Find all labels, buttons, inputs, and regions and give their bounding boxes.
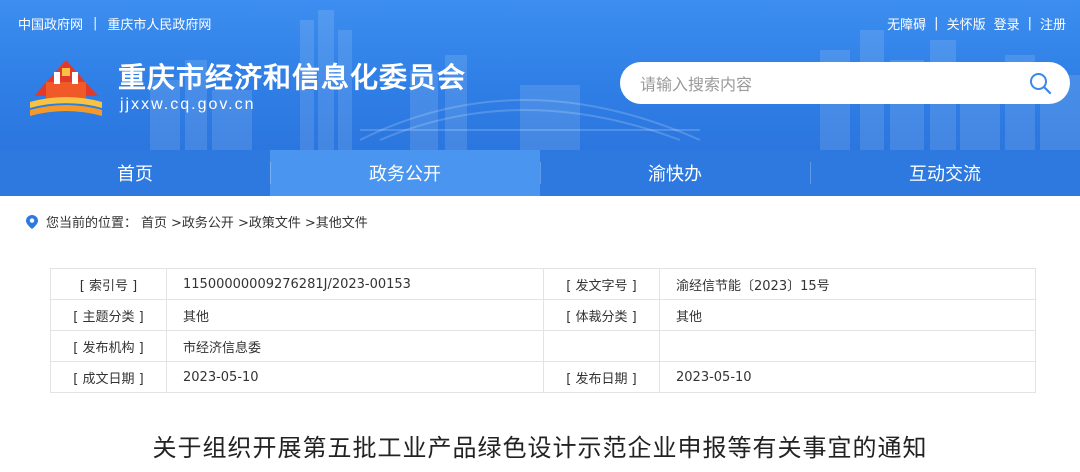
- separator: |: [1027, 16, 1032, 31]
- document-title: 关于组织开展第五批工业产品绿色设计示范企业申报等有关事宜的通知: [152, 434, 928, 462]
- table-row: [ 索引号 ] 11500000009276281J/2023-00153 [ …: [50, 268, 1036, 300]
- value-topic-category: 其他: [166, 299, 544, 331]
- separator: |: [93, 16, 98, 31]
- top-links: 中国政府网 | 重庆市人民政府网: [18, 14, 211, 33]
- register-link[interactable]: 注册: [1040, 14, 1066, 33]
- empty-cell: [543, 330, 660, 362]
- nav-item-yukuaiban[interactable]: 渝快办: [540, 150, 810, 196]
- care-version-link[interactable]: 关怀版: [947, 14, 986, 33]
- nav-item-home[interactable]: 首页: [0, 150, 270, 196]
- nav-item-government-affairs[interactable]: 政务公开: [270, 150, 540, 196]
- label-document-number: [ 发文字号 ]: [543, 268, 660, 300]
- document-metadata-table: [ 索引号 ] 11500000009276281J/2023-00153 [ …: [50, 268, 1036, 393]
- search-input[interactable]: [638, 62, 1012, 106]
- site-header: 中国政府网 | 重庆市人民政府网 无障碍 | 关怀版 登录 | 注册 重庆市经济…: [0, 0, 1080, 150]
- label-index-number: [ 索引号 ]: [50, 268, 167, 300]
- empty-cell: [659, 330, 1036, 362]
- breadcrumb-government-affairs[interactable]: >政务公开: [171, 212, 234, 231]
- value-issuing-agency: 市经济信息委: [166, 330, 544, 362]
- gov-site-link[interactable]: 中国政府网: [18, 14, 83, 33]
- value-genre-category: 其他: [659, 299, 1036, 331]
- table-row: [ 主题分类 ] 其他 [ 体裁分类 ] 其他: [50, 299, 1036, 331]
- label-publish-date: [ 发布日期 ]: [543, 361, 660, 393]
- table-row: [ 发布机构 ] 市经济信息委: [50, 330, 1036, 362]
- location-pin-icon: [26, 214, 38, 229]
- cq-gov-site-link[interactable]: 重庆市人民政府网: [107, 14, 211, 33]
- main-nav: 首页 政务公开 渝快办 互动交流: [0, 150, 1080, 196]
- site-domain: jjxxw.cq.gov.cn: [120, 96, 256, 113]
- search-box: [620, 62, 1070, 106]
- site-logo-icon[interactable]: [26, 52, 106, 120]
- label-topic-category: [ 主题分类 ]: [50, 299, 167, 331]
- value-index-number: 11500000009276281J/2023-00153: [166, 268, 544, 300]
- label-issuing-agency: [ 发布机构 ]: [50, 330, 167, 362]
- nav-item-interaction[interactable]: 互动交流: [810, 150, 1080, 196]
- breadcrumb: 您当前的位置： 首页 >政务公开 >政策文件 >其他文件: [26, 212, 368, 231]
- value-publish-date: 2023-05-10: [659, 361, 1036, 393]
- table-row: [ 成文日期 ] 2023-05-10 [ 发布日期 ] 2023-05-10: [50, 361, 1036, 393]
- value-written-date: 2023-05-10: [166, 361, 544, 393]
- label-written-date: [ 成文日期 ]: [50, 361, 167, 393]
- label-genre-category: [ 体裁分类 ]: [543, 299, 660, 331]
- login-link[interactable]: 登录: [994, 14, 1020, 33]
- separator: |: [934, 16, 939, 31]
- site-title[interactable]: 重庆市经济和信息化委员会: [118, 56, 466, 96]
- value-document-number: 渝经信节能〔2023〕15号: [659, 268, 1036, 300]
- breadcrumb-policy-documents[interactable]: >政策文件: [238, 212, 301, 231]
- search-icon[interactable]: [1028, 71, 1052, 95]
- accessibility-link[interactable]: 无障碍: [887, 14, 926, 33]
- top-right-links: 无障碍 | 关怀版 登录 | 注册: [887, 14, 1066, 33]
- breadcrumb-other-documents[interactable]: >其他文件: [305, 212, 368, 231]
- breadcrumb-home[interactable]: 首页: [141, 212, 167, 231]
- breadcrumb-prefix: 您当前的位置：: [46, 216, 138, 231]
